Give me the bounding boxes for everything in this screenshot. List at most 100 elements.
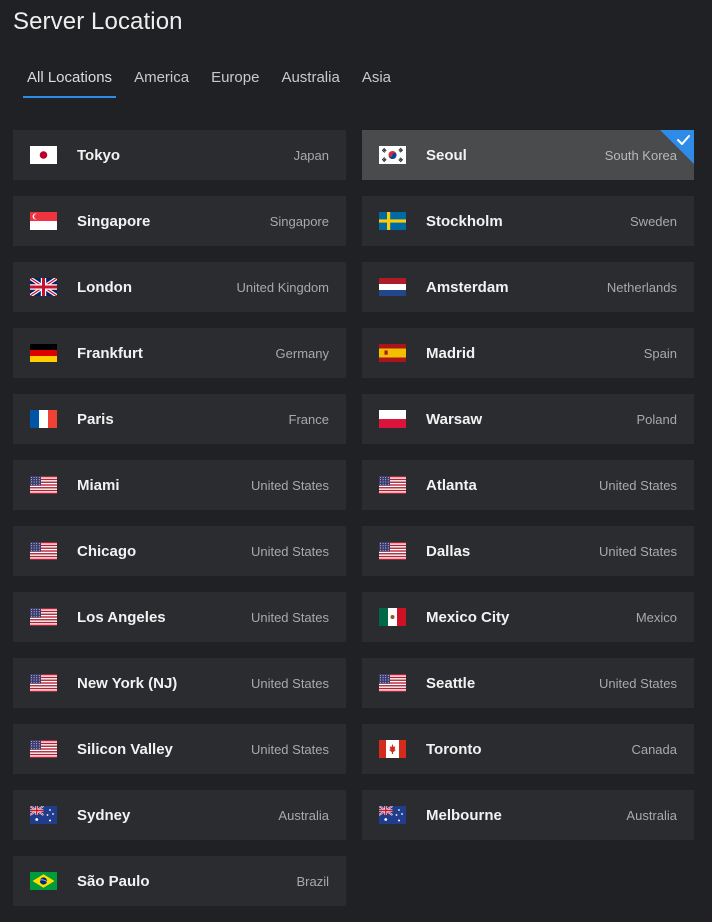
tab-america[interactable]: America (130, 68, 193, 98)
city-name: Los Angeles (77, 608, 166, 626)
city-name: Frankfurt (77, 344, 143, 362)
country-name: France (288, 411, 329, 427)
country-name: Brazil (296, 873, 329, 889)
page-title: Server Location (13, 8, 183, 35)
location-card-atlanta[interactable]: Atlanta United States (362, 460, 694, 510)
country-name: United States (250, 741, 329, 757)
gb-flag-icon (30, 278, 57, 296)
tab-europe[interactable]: Europe (207, 68, 263, 98)
us-flag-icon (379, 674, 406, 692)
jp-flag-icon (30, 146, 57, 164)
de-flag-icon (30, 344, 57, 362)
location-card-london[interactable]: London United Kingdom (13, 262, 346, 312)
country-name: Australia (278, 807, 329, 823)
location-tabs: All Locations America Europe Australia A… (23, 68, 409, 100)
br-flag-icon (30, 872, 57, 890)
location-grid: Tokyo Japan Seoul South Korea Singapore Sin… (13, 130, 694, 906)
country-name: United States (250, 543, 329, 559)
city-name: Amsterdam (426, 278, 509, 296)
us-flag-icon (379, 542, 406, 560)
city-name: Singapore (77, 212, 151, 230)
city-name: Mexico City (426, 608, 510, 626)
location-card-seattle[interactable]: Seattle United States (362, 658, 694, 708)
country-name: United States (250, 675, 329, 691)
es-flag-icon (379, 344, 406, 362)
location-card-mexico-city[interactable]: Mexico City Mexico (362, 592, 694, 642)
city-name: Silicon Valley (77, 740, 173, 758)
kr-flag-icon (379, 146, 406, 164)
au-flag-icon (30, 806, 57, 824)
tab-asia[interactable]: Asia (358, 68, 395, 98)
city-name: London (77, 278, 132, 296)
location-card-paris[interactable]: Paris France (13, 394, 346, 444)
city-name: Tokyo (77, 146, 121, 164)
country-name: Poland (636, 411, 677, 427)
location-card-singapore[interactable]: Singapore Singapore (13, 196, 346, 246)
country-name: Sweden (630, 213, 677, 229)
location-card-melbourne[interactable]: Melbourne Australia (362, 790, 694, 840)
country-name: Netherlands (606, 279, 677, 295)
us-flag-icon (30, 608, 57, 626)
mx-flag-icon (379, 608, 406, 626)
sg-flag-icon (30, 212, 57, 230)
au-flag-icon (379, 806, 406, 824)
city-name: Paris (77, 410, 114, 428)
us-flag-icon (30, 476, 57, 494)
country-name: Singapore (269, 213, 329, 229)
country-name: United States (598, 477, 677, 493)
country-name: United States (250, 609, 329, 625)
us-flag-icon (30, 740, 57, 758)
country-name: Mexico (635, 609, 677, 625)
location-card-silicon-valley[interactable]: Silicon Valley United States (13, 724, 346, 774)
us-flag-icon (30, 674, 57, 692)
location-card-sao-paulo[interactable]: São Paulo Brazil (13, 856, 346, 906)
fr-flag-icon (30, 410, 57, 428)
country-name: Japan (293, 147, 329, 163)
location-card-los-angeles[interactable]: Los Angeles United States (13, 592, 346, 642)
location-card-amsterdam[interactable]: Amsterdam Netherlands (362, 262, 694, 312)
city-name: Seattle (426, 674, 476, 692)
location-card-warsaw[interactable]: Warsaw Poland (362, 394, 694, 444)
us-flag-icon (30, 542, 57, 560)
country-name: United States (598, 543, 677, 559)
location-card-toronto[interactable]: Toronto Canada (362, 724, 694, 774)
city-name: Warsaw (426, 410, 483, 428)
location-card-miami[interactable]: Miami United States (13, 460, 346, 510)
city-name: Chicago (77, 542, 137, 560)
location-card-tokyo[interactable]: Tokyo Japan (13, 130, 346, 180)
location-card-chicago[interactable]: Chicago United States (13, 526, 346, 576)
city-name: Madrid (426, 344, 476, 362)
city-name: São Paulo (77, 872, 150, 890)
location-card-sydney[interactable]: Sydney Australia (13, 790, 346, 840)
city-name: Seoul (426, 146, 467, 164)
city-name: Sydney (77, 806, 131, 824)
se-flag-icon (379, 212, 406, 230)
us-flag-icon (379, 476, 406, 494)
location-card-madrid[interactable]: Madrid Spain (362, 328, 694, 378)
country-name: United States (250, 477, 329, 493)
city-name: Melbourne (426, 806, 502, 824)
country-name: Canada (631, 741, 677, 757)
nl-flag-icon (379, 278, 406, 296)
city-name: Stockholm (426, 212, 503, 230)
ca-flag-icon (379, 740, 406, 758)
pl-flag-icon (379, 410, 406, 428)
location-card-new-york-nj[interactable]: New York (NJ) United States (13, 658, 346, 708)
city-name: Atlanta (426, 476, 477, 494)
country-name: Germany (275, 345, 329, 361)
location-card-dallas[interactable]: Dallas United States (362, 526, 694, 576)
country-name: United States (598, 675, 677, 691)
city-name: Dallas (426, 542, 471, 560)
country-name: Australia (626, 807, 677, 823)
tab-all-locations[interactable]: All Locations (23, 68, 117, 98)
country-name: United Kingdom (236, 279, 330, 295)
location-card-frankfurt[interactable]: Frankfurt Germany (13, 328, 346, 378)
selected-check-icon (660, 130, 694, 164)
city-name: Toronto (426, 740, 482, 758)
city-name: Miami (77, 476, 120, 494)
city-name: New York (NJ) (77, 674, 178, 692)
tab-australia[interactable]: Australia (277, 68, 343, 98)
location-card-stockholm[interactable]: Stockholm Sweden (362, 196, 694, 246)
country-name: Spain (643, 345, 677, 361)
location-card-seoul[interactable]: Seoul South Korea (362, 130, 694, 180)
